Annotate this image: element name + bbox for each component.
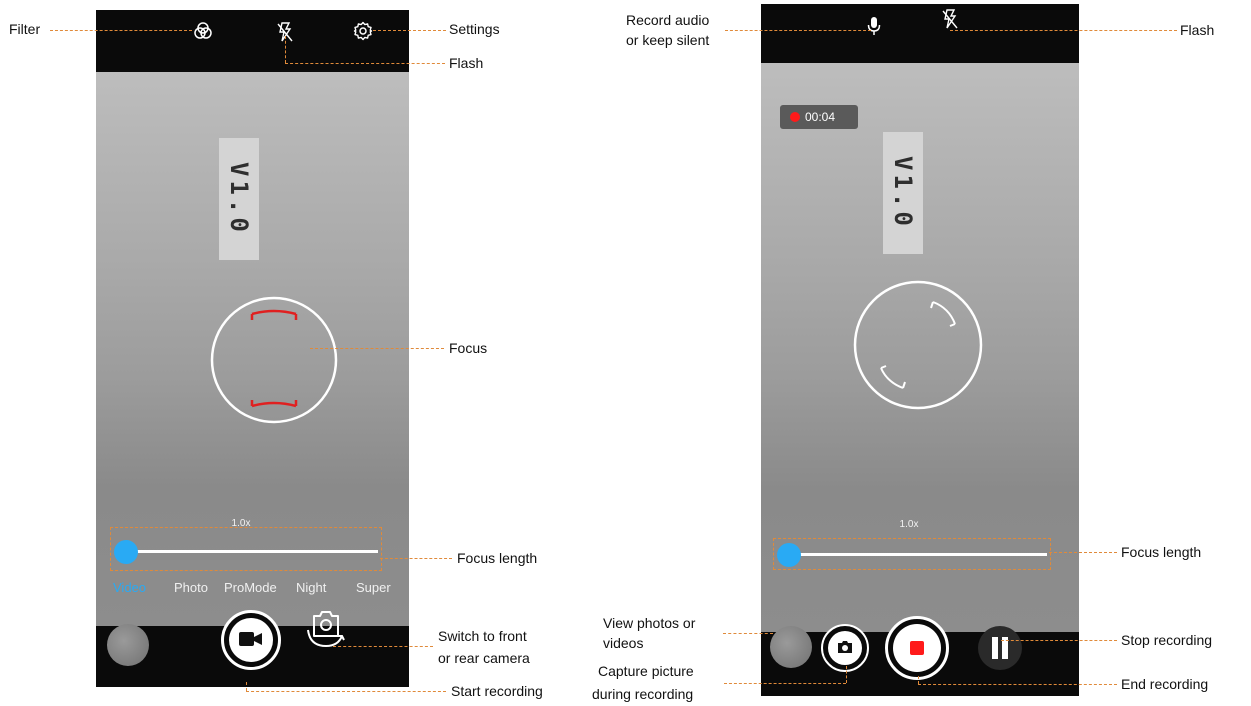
end-recording-button[interactable] (885, 616, 949, 680)
pause-recording-button[interactable] (978, 626, 1022, 670)
camera-icon (837, 640, 853, 654)
label-flash-right: Flash (1180, 22, 1215, 38)
gallery-thumbnail[interactable] (107, 624, 149, 666)
right-top-bar (761, 4, 1079, 63)
leader-start-recording-h (246, 691, 446, 692)
mode-super[interactable]: Super (356, 580, 391, 595)
right-camera-screen: 00:04 V1.0 1.0x (761, 4, 1079, 696)
leader-end-recording-v (918, 676, 919, 684)
label-stop-recording: Stop recording (1121, 632, 1213, 648)
label-end-recording: End recording (1121, 676, 1209, 692)
leader-flash-left-v (285, 36, 286, 63)
mode-night[interactable]: Night (296, 580, 326, 595)
label-flash-left: Flash (449, 55, 484, 71)
left-bottom-bar (96, 610, 409, 687)
microphone-icon[interactable] (867, 16, 881, 36)
label-focus: Focus (449, 340, 488, 356)
leader-filter (50, 30, 192, 31)
label-switch-camera-1: Switch to front (438, 628, 527, 644)
right-bottom-bar (761, 616, 1079, 696)
recording-timer: 00:04 (780, 105, 858, 129)
leader-settings (373, 30, 446, 31)
label-capture-2: during recording (592, 686, 694, 702)
focus-ring[interactable] (851, 278, 985, 412)
gear-icon[interactable] (353, 21, 373, 41)
mode-photo[interactable]: Photo (174, 580, 208, 595)
leader-capture-v (846, 666, 847, 683)
mode-video[interactable]: Video (113, 580, 146, 595)
mode-promode[interactable]: ProMode (224, 580, 277, 595)
leader-switch-camera (333, 646, 433, 647)
version-badge: V1.0 (883, 132, 923, 254)
capture-photo-button[interactable] (821, 624, 869, 672)
filter-icon[interactable] (193, 21, 213, 41)
focus-ring[interactable] (208, 294, 340, 426)
timer-text: 00:04 (805, 110, 836, 124)
label-record-audio-1: Record audio (626, 12, 710, 28)
label-filter: Filter (9, 21, 41, 37)
focus-length-box-right (773, 538, 1051, 570)
gallery-thumbnail[interactable] (770, 626, 812, 668)
leader-focus-length-right (1049, 552, 1117, 553)
version-badge: V1.0 (219, 138, 259, 260)
leader-flash-right (950, 30, 1177, 31)
label-view-photos-1: View photos or (603, 615, 696, 631)
recording-dot (790, 112, 800, 122)
video-camera-icon (239, 630, 263, 648)
focus-length-box-left (110, 527, 382, 571)
label-record-audio-2: or keep silent (626, 32, 710, 48)
leader-view-photos (723, 633, 773, 634)
zoom-level: 1.0x (899, 519, 919, 530)
label-view-photos-2: videos (603, 635, 644, 651)
leader-end-recording-h (918, 684, 1117, 685)
label-start-recording: Start recording (451, 683, 543, 699)
leader-focus-length-left (380, 558, 452, 559)
label-switch-camera-2: or rear camera (438, 650, 530, 666)
leader-flash-left-h (285, 63, 445, 64)
flash-off-icon[interactable] (941, 8, 959, 30)
leader-start-recording-v (246, 682, 247, 691)
label-settings: Settings (449, 21, 500, 37)
label-capture-1: Capture picture (598, 663, 694, 679)
leader-record-audio (725, 30, 871, 31)
record-button[interactable] (221, 610, 281, 670)
label-focus-length-right: Focus length (1121, 544, 1202, 560)
leader-capture-h (724, 683, 846, 684)
leader-focus (310, 348, 444, 349)
stop-icon (910, 641, 924, 655)
label-focus-length-left: Focus length (457, 550, 538, 566)
leader-stop-recording (1001, 640, 1117, 641)
